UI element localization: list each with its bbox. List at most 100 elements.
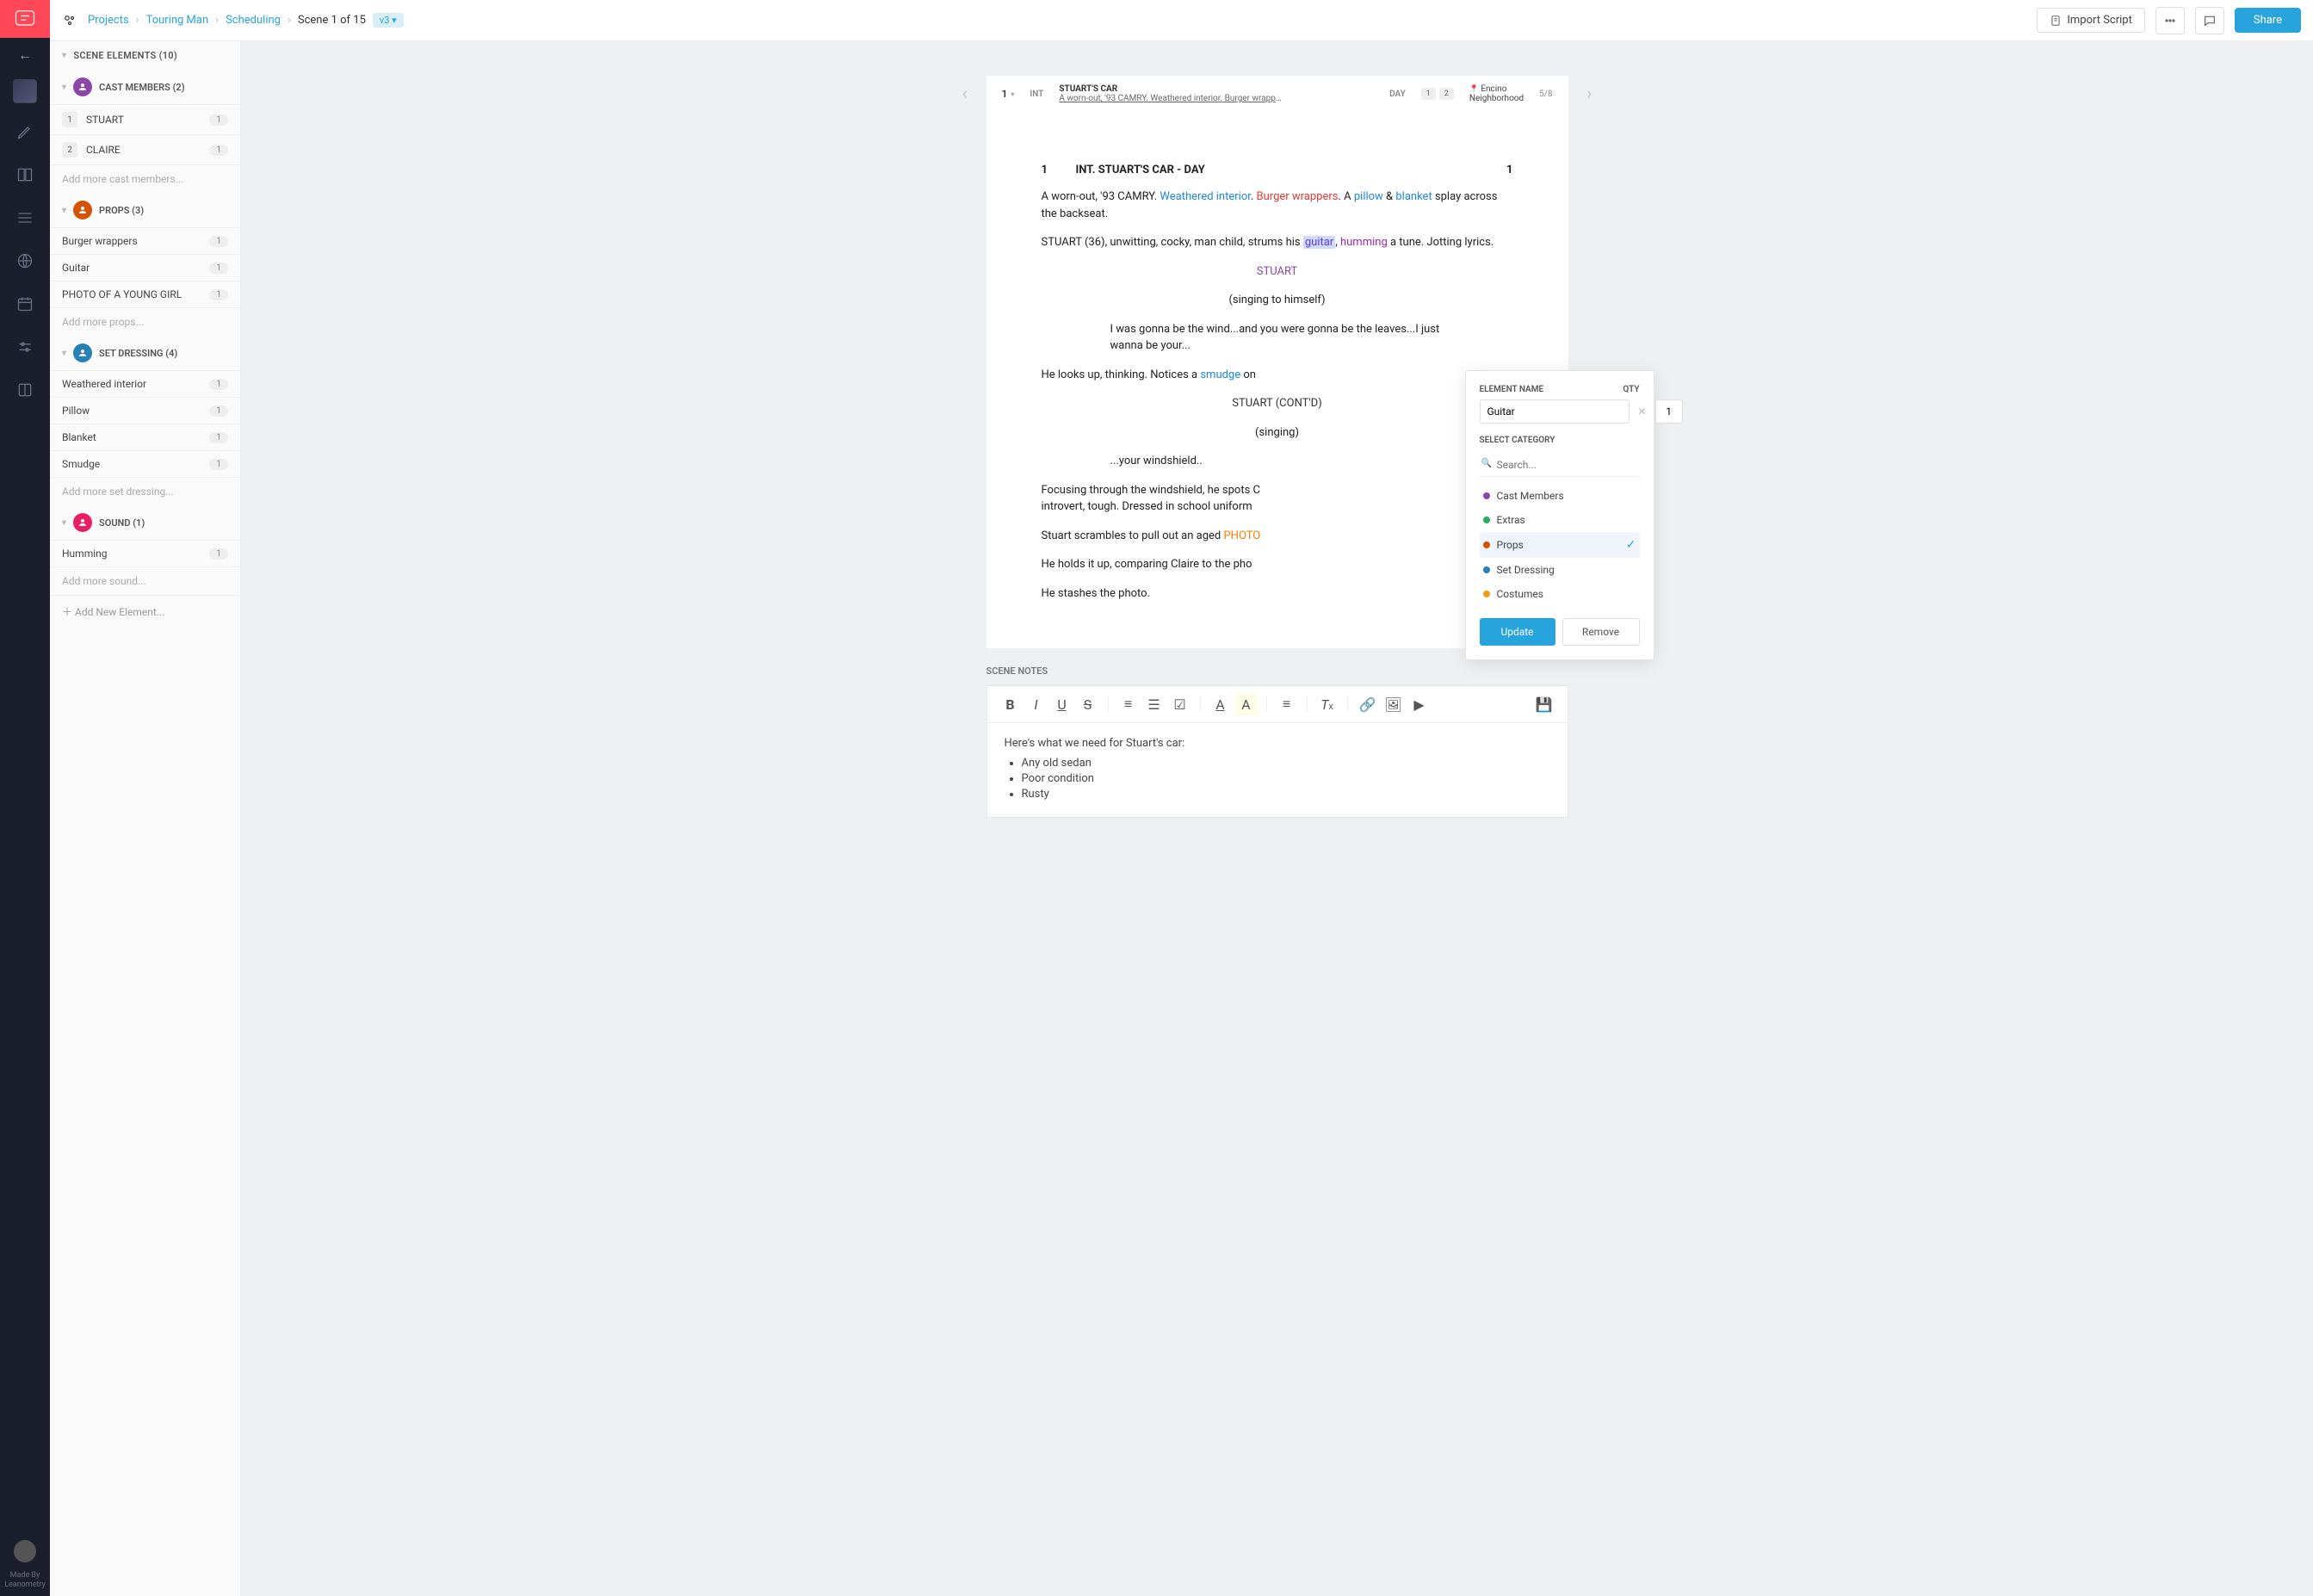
- qty-input[interactable]: [1655, 399, 1683, 424]
- add-more[interactable]: Add more cast members...: [50, 164, 240, 193]
- int-ext-label: INT: [1030, 90, 1043, 99]
- selected-element[interactable]: guitar: [1303, 236, 1335, 249]
- add-new-element[interactable]: ＋ Add New Element...: [50, 595, 240, 628]
- bold-icon[interactable]: B: [999, 693, 1022, 715]
- group-header[interactable]: ▾CAST MEMBERS (2): [50, 70, 240, 104]
- element-row[interactable]: Humming1: [50, 540, 240, 566]
- character-cue-2: STUART (CONT'D): [1042, 395, 1513, 412]
- calendar-icon[interactable]: [15, 294, 34, 313]
- category-item[interactable]: Cast Members: [1480, 484, 1640, 508]
- import-script-button[interactable]: Import Script: [2037, 8, 2145, 33]
- notes-body[interactable]: Here's what we need for Stuart's car: An…: [987, 723, 1568, 817]
- brand-logo[interactable]: [0, 0, 50, 38]
- category-list: Cast MembersExtrasProps✓Set DressingCost…: [1480, 484, 1640, 606]
- breadcrumb: Projects › Touring Man › Scheduling › Sc…: [88, 13, 404, 28]
- category-item[interactable]: Set Dressing: [1480, 558, 1640, 582]
- remove-button[interactable]: Remove: [1562, 618, 1640, 646]
- element-name-input[interactable]: [1480, 399, 1630, 424]
- save-icon[interactable]: 💾: [1533, 693, 1555, 715]
- element-row[interactable]: Smudge1: [50, 450, 240, 477]
- app-icon[interactable]: [62, 13, 77, 28]
- element-row[interactable]: Pillow1: [50, 397, 240, 424]
- crumb-project[interactable]: Touring Man: [146, 14, 209, 27]
- next-scene-icon[interactable]: ›: [1586, 84, 1593, 105]
- ball-icon[interactable]: [15, 251, 34, 270]
- image-icon[interactable]: 🖼: [1382, 693, 1405, 715]
- element-popover: ELEMENT NAME QTY ✕ SELECT CATEGORY Cas: [1465, 370, 1654, 660]
- action-2: STUART (36), unwitting, cocky, man child…: [1042, 234, 1513, 251]
- element-row[interactable]: Blanket1: [50, 424, 240, 450]
- checklist-icon[interactable]: ☑: [1169, 693, 1191, 715]
- crumb-projects[interactable]: Projects: [88, 14, 129, 27]
- element-row[interactable]: PHOTO OF A YOUNG GIRL1: [50, 281, 240, 307]
- clear-name-icon[interactable]: ✕: [1635, 399, 1650, 424]
- scene-header: ‹ 1 ▾ INT STUART'S CAR A worn-out, '93 C…: [986, 76, 1568, 112]
- dialogue-2: ...your windshield..: [1110, 453, 1444, 470]
- action-3: He looks up, thinking. Notices a smudge …: [1042, 367, 1513, 384]
- group-header[interactable]: ▾SET DRESSING (4): [50, 336, 240, 370]
- more-icon[interactable]: [2155, 7, 2185, 34]
- scene-notes-label: SCENE NOTES: [986, 665, 1568, 677]
- version-dropdown[interactable]: v3 ▾: [373, 13, 404, 28]
- parenthetical-2: (singing): [1042, 424, 1513, 442]
- clear-format-icon[interactable]: Tₓ: [1316, 693, 1339, 715]
- footer-credit: Made By Leanometry: [4, 1571, 46, 1596]
- element-row[interactable]: Burger wrappers1: [50, 227, 240, 254]
- cast-badges: 1 2: [1421, 88, 1454, 100]
- add-more[interactable]: Add more sound...: [50, 566, 240, 595]
- slug-num-right: 1: [1506, 164, 1512, 176]
- group-header[interactable]: ▾SOUND (1): [50, 505, 240, 540]
- ordered-list-icon[interactable]: ≡: [1117, 693, 1140, 715]
- back-arrow-icon[interactable]: ←: [18, 38, 32, 72]
- scene-title: STUART'S CAR: [1059, 84, 1283, 94]
- slug-num-left: 1: [1042, 164, 1076, 176]
- category-item[interactable]: Props✓: [1480, 532, 1640, 558]
- link-icon[interactable]: 🔗: [1357, 693, 1379, 715]
- day-label: DAY: [1389, 90, 1406, 99]
- action-4: Focusing through the windshield, he spot…: [1042, 482, 1513, 516]
- prev-scene-icon[interactable]: ‹: [962, 84, 968, 105]
- update-button[interactable]: Update: [1480, 618, 1555, 646]
- italic-icon[interactable]: I: [1025, 693, 1048, 715]
- element-row[interactable]: Guitar1: [50, 254, 240, 281]
- underline-icon[interactable]: U: [1051, 693, 1073, 715]
- highlight-icon[interactable]: A: [1235, 693, 1258, 715]
- category-item[interactable]: Costumes: [1480, 582, 1640, 606]
- strike-icon[interactable]: S: [1077, 693, 1099, 715]
- list-icon[interactable]: [15, 208, 34, 227]
- video-icon[interactable]: ▶: [1408, 693, 1431, 715]
- add-more[interactable]: Add more set dressing...: [50, 477, 240, 505]
- add-more[interactable]: Add more props...: [50, 307, 240, 336]
- sliders-icon[interactable]: [15, 337, 34, 356]
- pencil-icon[interactable]: [15, 122, 34, 141]
- element-row[interactable]: 2CLAIRE1: [50, 134, 240, 164]
- unordered-list-icon[interactable]: ☰: [1143, 693, 1166, 715]
- scene-subtitle[interactable]: A worn-out, '93 CAMRY. Weathered interio…: [1059, 94, 1283, 103]
- group-header[interactable]: ▾PROPS (3): [50, 193, 240, 227]
- action-1: A worn-out, '93 CAMRY. Weathered interio…: [1042, 189, 1513, 222]
- chevron-down-icon: ▾: [62, 51, 66, 60]
- parenthetical: (singing to himself): [1042, 292, 1513, 309]
- topbar: Projects › Touring Man › Scheduling › Sc…: [50, 0, 2313, 41]
- board-icon[interactable]: [15, 165, 34, 184]
- scene-elements-heading[interactable]: ▾ SCENE ELEMENTS (10): [50, 41, 240, 70]
- share-button[interactable]: Share: [2235, 8, 2301, 33]
- element-row[interactable]: 1STUART1: [50, 104, 240, 134]
- user-avatar[interactable]: [14, 1540, 36, 1562]
- element-row[interactable]: Weathered interior1: [50, 370, 240, 397]
- align-icon[interactable]: ≡: [1276, 693, 1298, 715]
- character-cue: STUART: [1042, 263, 1513, 281]
- crumb-scheduling[interactable]: Scheduling: [226, 14, 281, 27]
- book-icon[interactable]: [15, 380, 34, 399]
- project-avatar[interactable]: [13, 79, 37, 103]
- select-category-label: SELECT CATEGORY: [1480, 436, 1640, 445]
- text-color-icon[interactable]: A: [1209, 693, 1232, 715]
- action-6: He holds it up, comparing Claire to the …: [1042, 556, 1513, 573]
- chat-icon[interactable]: [2195, 7, 2224, 34]
- element-name-label: ELEMENT NAME: [1480, 385, 1544, 394]
- category-item[interactable]: Extras: [1480, 508, 1640, 532]
- qty-label: QTY: [1623, 385, 1639, 394]
- page-fraction: 5/8: [1539, 90, 1552, 99]
- scene-number-dropdown[interactable]: 1 ▾: [1002, 88, 1015, 100]
- category-search-input[interactable]: [1480, 454, 1640, 477]
